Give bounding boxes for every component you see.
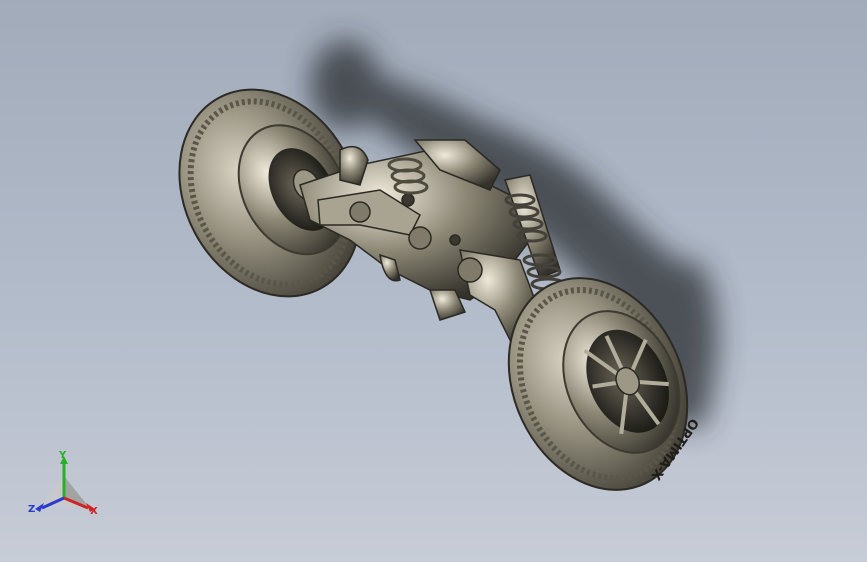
assembly-model[interactable]: OPTIMA-X bbox=[0, 0, 867, 562]
z-axis-label: Z bbox=[28, 504, 36, 515]
cad-viewport[interactable]: OPTIMA-X Y X Z bbox=[0, 0, 867, 562]
y-axis-label: Y bbox=[59, 450, 67, 461]
x-axis-label: X bbox=[90, 506, 98, 517]
